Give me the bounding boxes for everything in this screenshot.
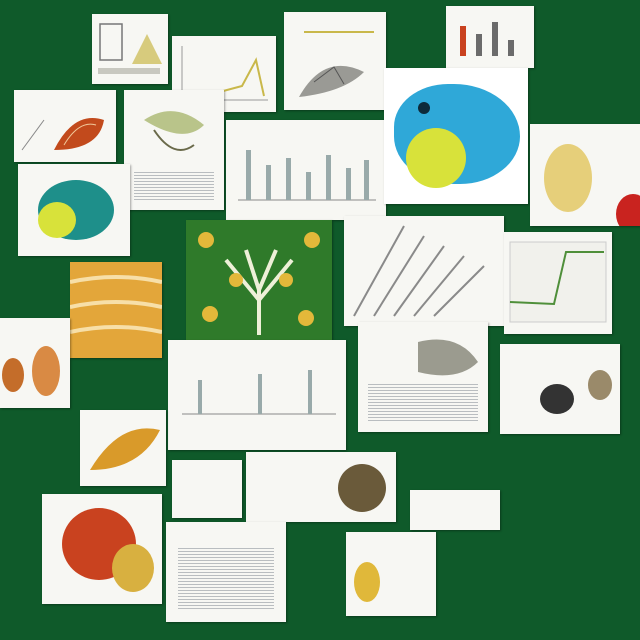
card-orange-texture xyxy=(70,262,162,358)
card-gold-lemon xyxy=(346,532,436,616)
beetle xyxy=(540,384,574,414)
card-grayscale-sketch-top xyxy=(284,12,386,110)
card-small-bars-bottom xyxy=(410,490,500,530)
card-teal-egg xyxy=(18,164,130,256)
card-shell-orange xyxy=(14,90,116,162)
card-egg-yellow-right xyxy=(530,124,640,226)
bar-chart-wide xyxy=(238,150,376,201)
card-bar-chart-wide xyxy=(226,120,386,220)
egg-yolk xyxy=(38,202,76,238)
card-bar-chart-center xyxy=(168,340,346,450)
card-line-graph-right xyxy=(504,232,612,334)
flask-sketch xyxy=(98,23,162,74)
egg-yellow xyxy=(544,144,592,212)
bar-chart-mini xyxy=(460,22,514,56)
card-leaf-orange xyxy=(80,410,166,486)
bird-sketch xyxy=(299,31,374,97)
texture-pattern xyxy=(70,275,162,334)
card-dark-beetle xyxy=(500,344,620,434)
card-photo-strip xyxy=(246,452,396,522)
shell-drawing xyxy=(21,118,104,151)
seed-gold xyxy=(112,544,154,592)
pine-cone xyxy=(588,370,612,400)
card-engraving-creature xyxy=(358,322,488,432)
card-text-book xyxy=(166,522,286,622)
lemon xyxy=(354,562,380,602)
card-red-seed xyxy=(42,494,162,604)
fish-fin xyxy=(406,128,466,188)
card-green-tree xyxy=(186,220,332,340)
card-bar-chart-small xyxy=(446,6,534,68)
line-graph xyxy=(509,241,607,323)
bar-chart-center xyxy=(182,370,336,415)
pot-left xyxy=(2,358,24,392)
card-fossil-beige xyxy=(124,90,224,210)
engraving-strokes xyxy=(353,225,485,317)
card-striped-engraving xyxy=(344,216,504,326)
card-small-chart xyxy=(172,460,242,518)
red-wedge xyxy=(616,194,640,226)
tree-drawing xyxy=(198,232,320,335)
collage-board xyxy=(0,0,640,640)
fish-eye xyxy=(418,102,430,114)
pot-right xyxy=(32,346,60,396)
dark-rock xyxy=(338,464,386,512)
card-blue-fish xyxy=(384,68,528,204)
card-pots-left xyxy=(0,318,70,408)
card-flask-drawing xyxy=(92,14,168,84)
leaf-drawing xyxy=(90,428,160,470)
